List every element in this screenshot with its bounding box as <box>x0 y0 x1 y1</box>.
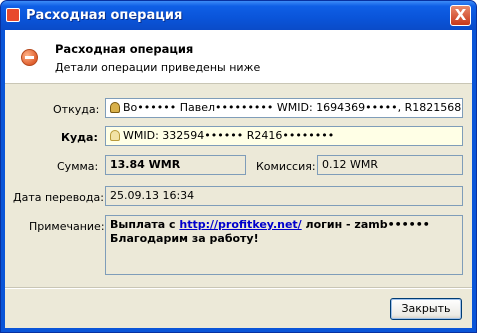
dialog-header: Расходная операция Детали операции приве… <box>5 30 472 84</box>
window-close-button[interactable]: X <box>450 5 471 26</box>
wm-passport-icon <box>110 102 120 113</box>
from-label: Откуда: <box>53 103 100 116</box>
close-button[interactable]: Закрыть <box>390 298 462 320</box>
note-label: Примечание: <box>29 220 105 233</box>
wm-passport-icon <box>110 130 120 141</box>
dialog-window: Расходная операция X Расходная операция … <box>0 0 477 333</box>
footer-divider <box>5 287 472 289</box>
date-label: Дата перевода: <box>13 191 104 204</box>
app-icon <box>6 8 20 22</box>
from-value: Во•••••• Павел••••••••• WMID: 1694369•••… <box>123 101 463 114</box>
window-title: Расходная операция <box>26 8 183 23</box>
note-link[interactable]: http://profitkey.net/ <box>179 218 301 231</box>
commission-label: Комиссия: <box>256 160 316 173</box>
title-bar[interactable]: Расходная операция X <box>1 1 476 30</box>
header-subtitle: Детали операции приведены ниже <box>55 61 261 74</box>
dialog-body: Расходная операция Детали операции приве… <box>5 30 472 328</box>
to-value: WMID: 332594•••••• R2416•••••••• <box>123 129 335 142</box>
header-title: Расходная операция <box>55 42 194 56</box>
minus-circle-icon <box>21 49 38 66</box>
note-field[interactable]: Выплата с http://profitkey.net/ логин - … <box>105 215 463 275</box>
to-field[interactable]: WMID: 332594•••••• R2416•••••••• <box>105 126 463 146</box>
note-prefix: Выплата с <box>110 218 180 231</box>
to-label: Куда: <box>61 131 98 144</box>
date-field[interactable]: 25.09.13 16:34 <box>105 186 463 206</box>
amount-field[interactable]: 13.84 WMR <box>105 155 246 175</box>
amount-label: Сумма: <box>57 160 99 173</box>
from-field[interactable]: Во•••••• Павел••••••••• WMID: 1694369•••… <box>105 98 463 118</box>
commission-field[interactable]: 0.12 WMR <box>317 155 463 175</box>
